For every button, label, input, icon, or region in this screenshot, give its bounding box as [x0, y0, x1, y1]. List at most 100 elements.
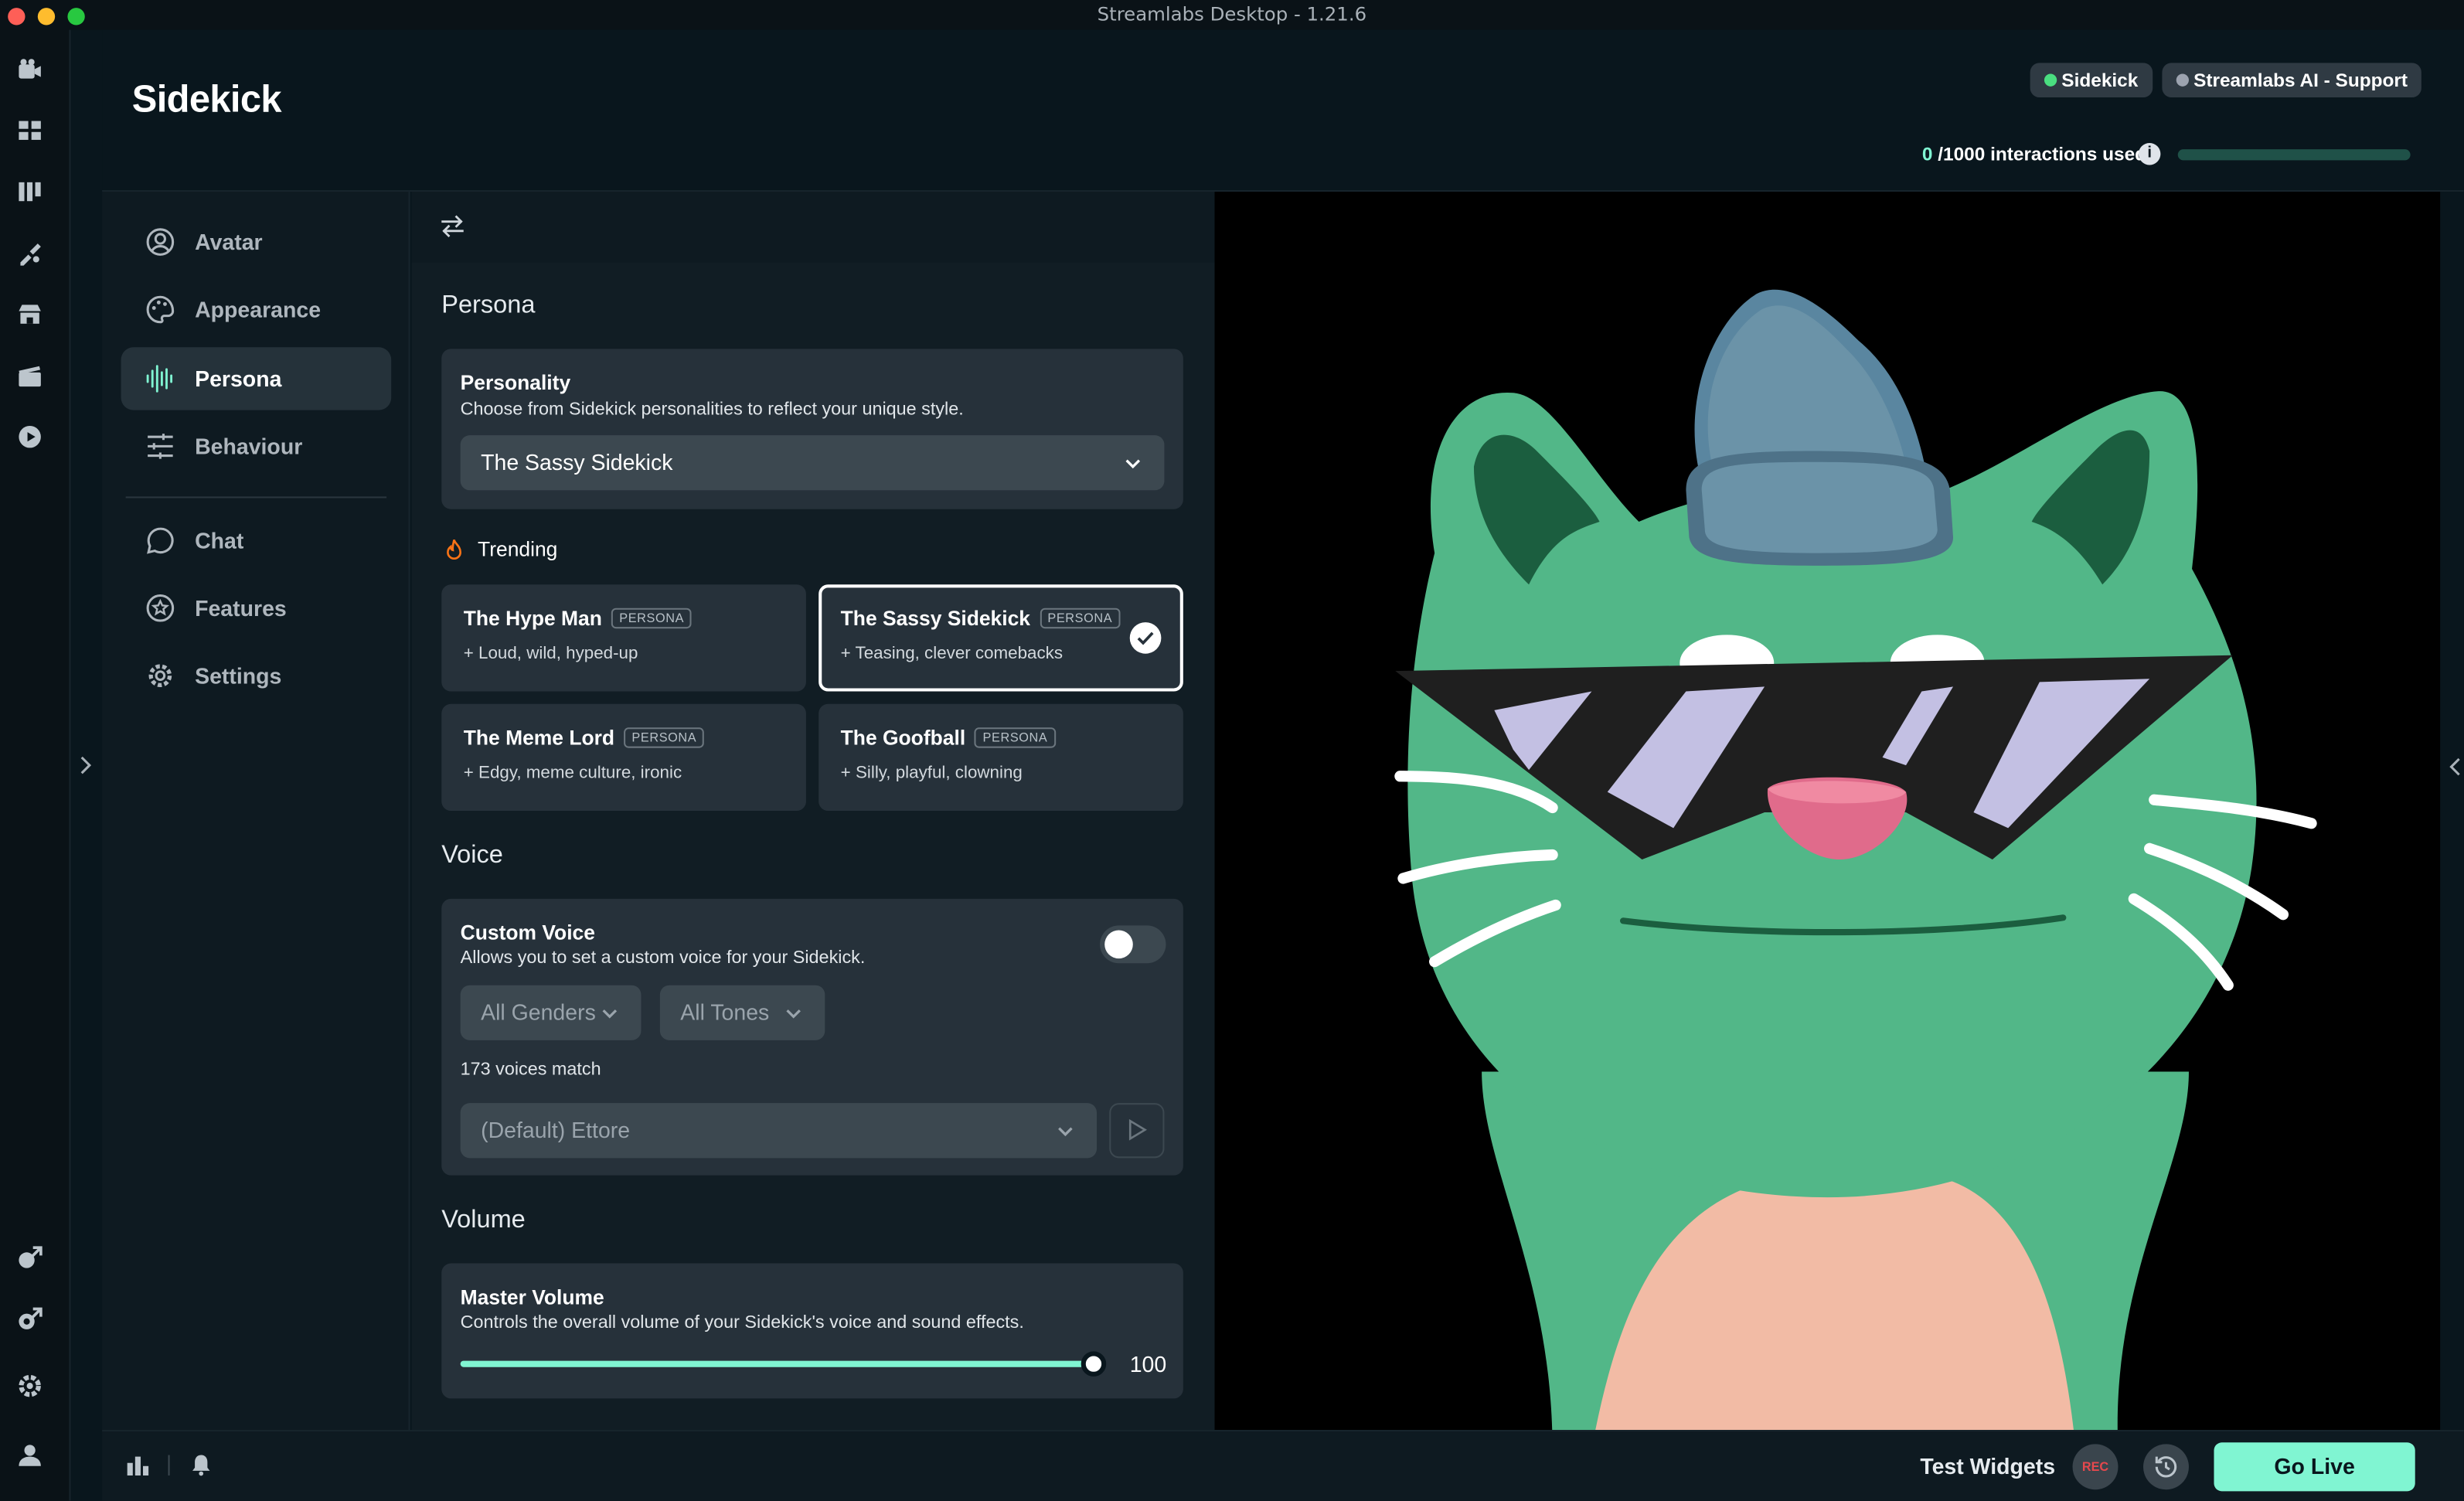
camera-icon[interactable] [15, 55, 44, 83]
footer-divider [168, 1455, 170, 1475]
persona-card-sassy-sidekick[interactable]: The Sassy Sidekick PERSONA + Teasing, cle… [818, 584, 1183, 692]
waveform-icon [145, 363, 176, 395]
integrations-icon[interactable] [15, 1304, 44, 1333]
tone-filter-value: All Tones [680, 999, 770, 1025]
collapse-preview-chevron-icon[interactable] [2445, 753, 2463, 781]
fire-icon [441, 537, 467, 563]
close-window-button[interactable] [8, 8, 26, 26]
profile-icon[interactable] [15, 1441, 44, 1469]
nav-item-persona[interactable]: Persona [121, 347, 392, 410]
nav-item-chat[interactable]: Chat [121, 509, 392, 572]
personality-title: Personality [460, 370, 571, 395]
persona-desc: Silly, playful, clowning [855, 764, 1023, 783]
minimize-window-button[interactable] [37, 8, 56, 26]
editor-icon[interactable] [15, 178, 44, 206]
store-icon[interactable] [15, 300, 44, 328]
star-icon [145, 592, 176, 624]
notifications-bell-icon[interactable] [189, 1452, 214, 1477]
play-voice-button[interactable] [1109, 1103, 1165, 1159]
voice-heading: Voice [441, 842, 503, 870]
page-title: Sidekick [131, 78, 282, 121]
support-status-badge[interactable]: Streamlabs AI - Support [2162, 63, 2422, 98]
persona-tag: PERSONA [1040, 608, 1121, 629]
record-button[interactable]: REC [2072, 1444, 2119, 1490]
nav-divider [125, 496, 387, 499]
nav-item-settings[interactable]: Settings [121, 645, 392, 707]
palette-icon [145, 294, 176, 325]
persona-desc: Loud, wild, hyped-up [478, 644, 638, 663]
info-icon[interactable]: i [2138, 143, 2161, 165]
nav-item-avatar[interactable]: Avatar [121, 210, 392, 273]
persona-tag: PERSONA [975, 727, 1056, 748]
persona-tag: PERSONA [624, 727, 705, 748]
personality-selected-value: The Sassy Sidekick [481, 449, 673, 475]
maximize-window-button[interactable] [67, 8, 85, 26]
swap-arrows-icon[interactable] [438, 213, 467, 239]
chevron-down-icon [1058, 1127, 1073, 1137]
check-icon [1129, 622, 1162, 654]
gender-filter-select[interactable]: All Genders [460, 985, 642, 1040]
test-widgets-button[interactable]: Test Widgets [1920, 1454, 2055, 1479]
persona-desc: Edgy, meme culture, ironic [478, 764, 682, 783]
performance-stats-icon[interactable] [126, 1452, 151, 1477]
nav-item-behaviour[interactable]: Behaviour [121, 415, 392, 478]
sidekick-status-badge[interactable]: Sidekick [2030, 63, 2153, 98]
persona-desc: Teasing, clever comebacks [855, 644, 1064, 663]
expand-sidebar-chevron-icon[interactable] [74, 751, 96, 780]
master-volume-title: Master Volume [460, 1285, 604, 1309]
volume-heading: Volume [441, 1207, 526, 1234]
tone-filter-select[interactable]: All Tones [659, 985, 825, 1040]
cat-avatar-illustration [1394, 289, 2317, 1431]
window-title: Streamlabs Desktop - 1.21.6 [1097, 3, 1367, 26]
personality-card: Personality Choose from Sidekick persona… [441, 349, 1183, 509]
voice-select[interactable]: (Default) Ettore [460, 1103, 1098, 1159]
go-live-button[interactable]: Go Live [2214, 1442, 2415, 1492]
cloud-sync-icon[interactable] [15, 1243, 44, 1271]
persona-card-goofball[interactable]: The Goofball PERSONA + Silly, playful, cl… [818, 703, 1183, 812]
master-volume-subtitle: Controls the overall volume of your Side… [460, 1313, 1024, 1333]
nav-label: Behaviour [195, 434, 303, 459]
chevron-down-icon [602, 1009, 618, 1019]
persona-card-meme-lord[interactable]: The Meme Lord PERSONA + Edgy, meme cultur… [441, 703, 806, 812]
volume-value: 100 [1129, 1351, 1167, 1377]
persona-card-hype-man[interactable]: The Hype Man PERSONA + Loud, wild, hyped-… [441, 584, 806, 692]
gear-icon [145, 660, 176, 692]
window-title-bar: Streamlabs Desktop - 1.21.6 [0, 0, 2464, 30]
personality-subtitle: Choose from Sidekick personalities to re… [460, 400, 964, 420]
dashboard-icon[interactable] [15, 116, 44, 145]
custom-voice-subtitle: Allows you to set a custom voice for you… [460, 948, 866, 968]
badge-label: Sidekick [2061, 69, 2139, 91]
plus-icon: + [840, 764, 851, 783]
recordings-icon[interactable] [15, 423, 44, 451]
personality-select[interactable]: The Sassy Sidekick [460, 435, 1165, 491]
voice-selected-value: (Default) Ettore [481, 1117, 631, 1142]
persona-name: The Hype Man [463, 606, 602, 631]
nav-item-appearance[interactable]: Appearance [121, 278, 392, 341]
master-volume-card: Master Volume Controls the overall volum… [441, 1263, 1183, 1399]
sliders-icon [145, 431, 176, 462]
nav-item-features[interactable]: Features [121, 577, 392, 639]
plus-icon: + [463, 764, 474, 783]
plus-icon: + [840, 644, 851, 663]
play-icon [1128, 1118, 1148, 1141]
persona-name: The Goofball [840, 726, 966, 750]
themes-icon[interactable] [15, 239, 44, 267]
usage-count: 0 [1921, 143, 1933, 165]
settings-icon[interactable] [15, 1372, 44, 1401]
custom-voice-toggle[interactable] [1100, 925, 1166, 964]
preview-side-strip [2440, 192, 2464, 1431]
avatar-icon [145, 226, 176, 258]
volume-slider-handle[interactable] [1081, 1351, 1107, 1377]
chevron-down-icon [1125, 459, 1141, 469]
custom-voice-card: Custom Voice Allows you to set a custom … [441, 898, 1183, 1176]
usage-total: /1000 interactions used [1932, 143, 2147, 165]
badge-label: Streamlabs AI - Support [2193, 69, 2408, 91]
history-icon [2155, 1456, 2177, 1478]
volume-slider-track[interactable] [460, 1360, 1094, 1367]
replay-buffer-button[interactable] [2143, 1444, 2189, 1490]
usage-progress-bar [2177, 149, 2411, 161]
nav-label: Avatar [195, 229, 263, 255]
studio-icon[interactable] [15, 362, 44, 390]
persona-tag: PERSONA [611, 608, 693, 629]
nav-label: Features [195, 595, 287, 621]
